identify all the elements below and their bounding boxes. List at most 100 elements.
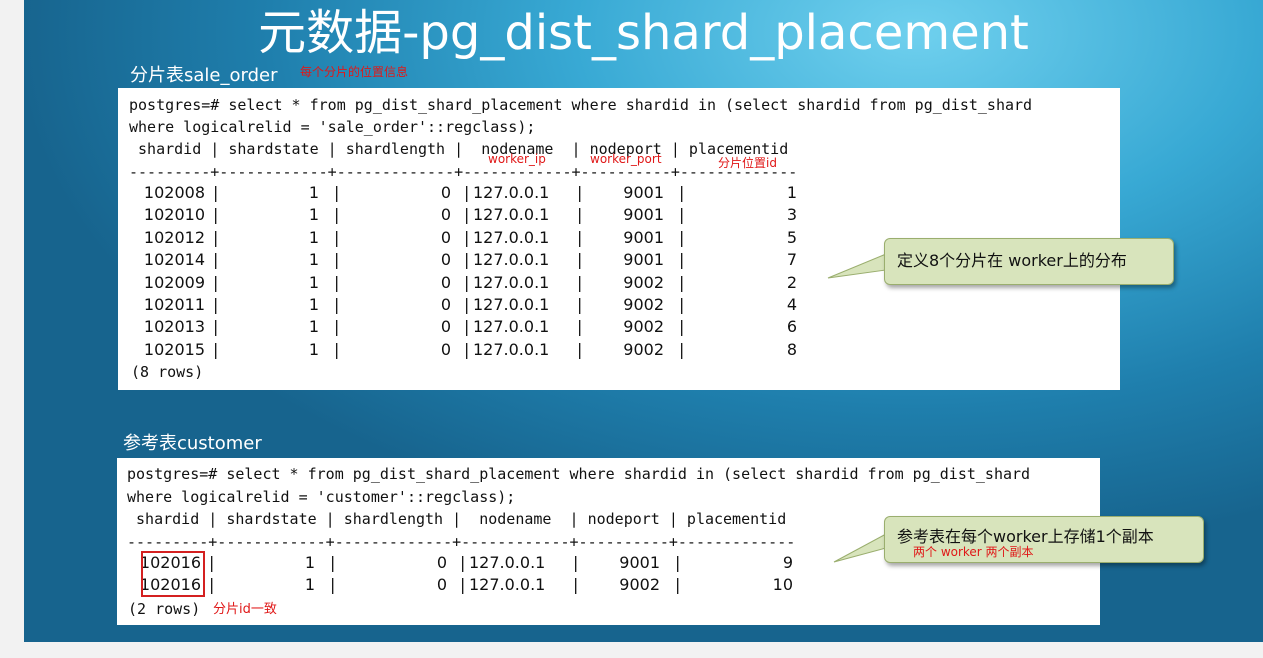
column-divider: |: [464, 227, 470, 247]
column-divider: |: [573, 575, 579, 595]
column-divider: |: [679, 227, 685, 247]
column-divider: |: [334, 183, 340, 202]
callout-replication: 参考表在每个worker上存储1个副本 两个 worker 两个副本: [884, 516, 1204, 563]
shardstate-cell: 1: [308, 339, 319, 359]
nodename-cell: 127.0.0.1: [473, 250, 550, 270]
callout-pointer: [833, 533, 887, 563]
shardlength-cell: 0: [440, 250, 451, 270]
column-divider: |: [213, 317, 219, 337]
callout-distribution: 定义8个分片在 worker上的分布: [884, 238, 1174, 285]
shardlength-cell: 0: [440, 183, 451, 202]
nodename-cell: 127.0.0.1: [473, 227, 550, 247]
shardlength-cell: 0: [440, 227, 451, 247]
placementid-cell: 1: [786, 183, 797, 202]
column-divider: |: [464, 250, 470, 270]
shardstate-cell: 1: [308, 317, 319, 337]
column-divider: |: [460, 575, 466, 595]
nodeport-cell: 9002: [623, 317, 664, 337]
column-divider: |: [330, 553, 336, 572]
section2-label: 参考表customer: [123, 433, 262, 454]
column-divider: |: [334, 295, 340, 314]
column-divider: |: [675, 575, 681, 595]
table-separator: ---------+------------+-------------+---…: [127, 533, 796, 551]
placementid-cell: 2: [786, 272, 797, 292]
table-header: shardid | shardstate | shardlength | nod…: [127, 510, 787, 528]
shardstate-cell: 1: [308, 227, 319, 247]
placementid-cell: 5: [786, 227, 797, 247]
column-divider: |: [334, 339, 340, 359]
shardlength-cell: 0: [436, 575, 447, 595]
shardlength-cell: 0: [440, 317, 451, 337]
nodeport-cell: 9002: [619, 575, 660, 595]
shardid-cell: 102013: [143, 317, 205, 337]
column-divider: |: [464, 205, 470, 225]
column-divider: |: [464, 272, 470, 292]
nodeport-cell: 9001: [619, 553, 660, 572]
shardstate-cell: 1: [308, 250, 319, 270]
footer-note: 分片id一致: [213, 602, 277, 617]
column-divider: |: [577, 339, 583, 359]
column-divider: |: [577, 317, 583, 337]
slide-title: 元数据-pg_dist_shard_placement: [258, 5, 1029, 61]
row-count: (8 rows): [131, 363, 204, 381]
column-divider: |: [213, 295, 219, 314]
column-divider: |: [577, 205, 583, 225]
query-line-1: postgres=# select * from pg_dist_shard_p…: [127, 465, 1031, 483]
column-divider: |: [209, 553, 215, 572]
column-divider: |: [577, 272, 583, 292]
nodename-cell: 127.0.0.1: [473, 272, 550, 292]
column-divider: |: [679, 317, 685, 337]
column-divider: |: [334, 250, 340, 270]
placementid-cell: 3: [786, 205, 797, 225]
column-divider: |: [577, 183, 583, 202]
shardlength-cell: 0: [440, 272, 451, 292]
shardstate-cell: 1: [308, 183, 319, 202]
shardid-cell: 102012: [143, 227, 205, 247]
column-divider: |: [213, 183, 219, 202]
shardstate-cell: 1: [304, 575, 315, 595]
shardid-cell: 102010: [143, 205, 205, 225]
nodeport-cell: 9002: [623, 272, 664, 292]
column-divider: |: [573, 553, 579, 572]
callout-subtext: 两个 worker 两个副本: [913, 545, 1034, 559]
column-divider: |: [679, 295, 685, 314]
column-divider: |: [213, 339, 219, 359]
nodename-cell: 127.0.0.1: [469, 553, 546, 572]
column-divider: |: [679, 272, 685, 292]
section1-label: 分片表sale_order: [130, 65, 278, 86]
nodename-cell: 127.0.0.1: [473, 295, 550, 314]
placementid-cell: 9: [782, 553, 793, 572]
column-divider: |: [213, 250, 219, 270]
column-divider: |: [679, 250, 685, 270]
nodeport-cell: 9001: [623, 205, 664, 225]
nodename-cell: 127.0.0.1: [473, 317, 550, 337]
shardlength-cell: 0: [440, 339, 451, 359]
column-divider: |: [464, 339, 470, 359]
column-divider: |: [464, 295, 470, 314]
placementid-cell: 10: [772, 575, 793, 595]
query-line-2: where logicalrelid = 'customer'::regclas…: [127, 488, 516, 506]
shardstate-cell: 1: [308, 205, 319, 225]
shardstate-cell: 1: [308, 295, 319, 314]
nodename-cell: 127.0.0.1: [473, 183, 550, 202]
column-divider: |: [334, 272, 340, 292]
nodeport-cell: 9002: [623, 339, 664, 359]
row-count: (2 rows): [128, 600, 201, 618]
nodename-cell: 127.0.0.1: [473, 205, 550, 225]
nodeport-cell: 9001: [623, 183, 664, 202]
placementid-cell: 6: [786, 317, 797, 337]
section1-note: 每个分片的位置信息: [300, 65, 409, 79]
placementid-cell: 8: [786, 339, 797, 359]
nodeport-cell: 9002: [623, 295, 664, 314]
column-divider: |: [679, 183, 685, 202]
shardlength-cell: 0: [440, 205, 451, 225]
column-divider: |: [213, 205, 219, 225]
placementid-cell: 7: [786, 250, 797, 270]
shardstate-cell: 1: [304, 553, 315, 572]
column-divider: |: [460, 553, 466, 572]
table-separator: ---------+------------+-------------+---…: [129, 163, 798, 181]
column-divider: |: [334, 317, 340, 337]
column-divider: |: [209, 575, 215, 595]
column-divider: |: [213, 227, 219, 247]
column-divider: |: [330, 575, 336, 595]
